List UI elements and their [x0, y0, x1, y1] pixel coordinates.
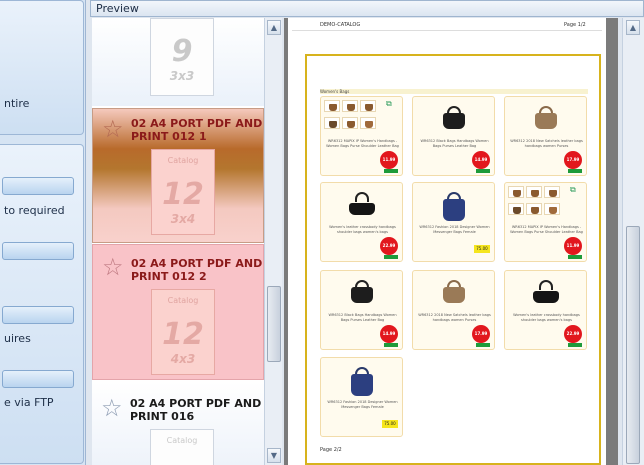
price-badge: 11.99 [380, 151, 398, 169]
left-action-button-1[interactable] [2, 177, 74, 195]
category-title: Women's Bags [320, 89, 588, 94]
page-footer-left: Page 2/2 [320, 447, 342, 453]
preview-header: Preview [90, 0, 644, 17]
left-text-ftp: e via FTP [4, 396, 54, 409]
thumb-number: 12 [162, 317, 204, 352]
thumb-caption: Catalog [167, 156, 199, 165]
stock-tag [476, 169, 490, 173]
scroll-up-arrow-icon[interactable]: ▲ [626, 20, 640, 35]
stock-tag [476, 343, 490, 347]
thumb-number: 9 [171, 34, 193, 69]
product-card: WR6312 Fashion 2018 Designer Women Messe… [320, 357, 403, 437]
thumb-grid: 4x3 [170, 352, 196, 366]
scroll-up-arrow-icon[interactable]: ▲ [267, 20, 281, 35]
product-card: WR6312 2018 New Satchels leather bags ha… [504, 96, 587, 176]
price-badge: 14.99 [472, 151, 490, 169]
product-card: Women's leather crossbody handbags shoul… [504, 270, 587, 350]
stock-tag [384, 255, 398, 259]
page-preview-area: DEMO-CATALOG Page 1/2 Women's Bags ⧉ WR6… [284, 18, 618, 465]
external-link-icon: ⧉ [570, 185, 576, 194]
left-text-requires: uires [4, 332, 31, 345]
product-card: ⧉ WR6312 MAPIX IP Women's Handbags - Wom… [320, 96, 403, 176]
page-preview: DEMO-CATALOG Page 1/2 Women's Bags ⧉ WR6… [288, 18, 606, 465]
product-card: Women's leather crossbody handbags shoul… [320, 182, 403, 262]
price-badge: 17.99 [564, 151, 582, 169]
scrollbar-thumb[interactable] [267, 286, 281, 362]
product-card: WR6312 2018 New Satchels leather bags ha… [412, 270, 495, 350]
product-description: WR6312 2018 New Satchels leather bags ha… [418, 313, 491, 322]
external-link-icon: ⧉ [386, 99, 392, 108]
template-title: 02 A4 PORT PDF AND PRINT 012 2 [131, 257, 263, 283]
thumb-grid: 3x3 [169, 69, 195, 83]
favorite-star-icon[interactable]: ☆ [102, 255, 124, 279]
template-title: 02 A4 PORT PDF AND PRINT 012 1 [131, 117, 263, 143]
price-badge: 14.99 [380, 325, 398, 343]
app-window: ntire to required uires e via FTP Previe… [0, 0, 644, 465]
price-badge: 22.99 [564, 325, 582, 343]
scrollbar-thumb[interactable] [626, 226, 640, 464]
preview-title: Preview [96, 2, 139, 15]
product-description: WR6312 MAPIX IP Women's Handbags - Women… [510, 225, 583, 234]
left-text-entire: ntire [4, 97, 30, 110]
left-side-panel: ntire to required uires e via FTP [0, 0, 86, 465]
stock-tag [568, 255, 582, 259]
price-badge: 17.99 [472, 325, 490, 343]
product-description: Women's leather crossbody handbags shoul… [329, 225, 396, 234]
favorite-star-icon[interactable]: ☆ [102, 117, 124, 141]
template-list[interactable]: 9 3x3 ☆ 02 A4 PORT PDF AND PRINT 012 1 C… [92, 18, 264, 465]
price-badge: 75.00 [474, 245, 490, 253]
price-badge: 11.99 [564, 237, 582, 255]
favorite-star-icon[interactable]: ☆ [101, 396, 123, 420]
template-list-scrollbar[interactable]: ▲ ▼ [264, 18, 282, 465]
product-card: WR6312 Black Bags Handbags Women Bags Pu… [412, 96, 495, 176]
product-description: WR6312 MAPIX IP Women's Handbags - Women… [326, 139, 399, 148]
product-description: WR6312 2018 New Satchels leather bags ha… [510, 139, 583, 148]
thumb-grid: 3x4 [170, 212, 196, 226]
template-item-selected[interactable]: ☆ 02 A4 PORT PDF AND PRINT 012 1 Catalog… [92, 108, 264, 243]
page-header-right: Page 1/2 [564, 22, 586, 28]
product-description: WR6312 Fashion 2018 Designer Women Messe… [419, 225, 490, 234]
thumb-number: 12 [162, 177, 204, 212]
page-header-left: DEMO-CATALOG [320, 22, 361, 28]
price-badge: 75.00 [382, 420, 398, 428]
stock-tag [384, 169, 398, 173]
left-text-required: to required [4, 204, 65, 217]
left-panel-section-2: to required uires e via FTP [0, 144, 84, 464]
template-thumbnail: 9 3x3 [150, 18, 214, 96]
template-item[interactable]: ☆ 02 A4 PORT PDF AND PRINT 016 Catalog [92, 382, 264, 465]
left-action-button-4[interactable] [2, 370, 74, 388]
template-thumbnail: Catalog 12 3x4 [151, 149, 215, 235]
product-card: WR6312 Fashion 2018 Designer Women Messe… [412, 182, 495, 262]
product-description: Women's leather crossbody handbags shoul… [513, 313, 580, 322]
template-item[interactable]: 9 3x3 [92, 18, 264, 106]
product-description: WR6312 Black Bags Handbags Women Bags Pu… [328, 313, 397, 322]
left-action-button-3[interactable] [2, 306, 74, 324]
stock-tag [568, 343, 582, 347]
template-thumbnail: Catalog 12 4x3 [151, 289, 215, 375]
scroll-down-arrow-icon[interactable]: ▼ [267, 448, 281, 463]
product-card: ⧉ WR6312 MAPIX IP Women's Handbags - Wom… [504, 182, 587, 262]
stock-tag [568, 169, 582, 173]
thumb-caption: Catalog [167, 296, 199, 305]
left-action-button-2[interactable] [2, 242, 74, 260]
product-card: WR6312 Black Bags Handbags Women Bags Pu… [320, 270, 403, 350]
template-item[interactable]: ☆ 02 A4 PORT PDF AND PRINT 012 2 Catalog… [92, 244, 264, 380]
template-title: 02 A4 PORT PDF AND PRINT 016 [130, 397, 262, 423]
product-description: WR6312 Fashion 2018 Designer Women Messe… [327, 400, 398, 409]
stock-tag [384, 343, 398, 347]
price-badge: 22.99 [380, 237, 398, 255]
thumb-caption: Catalog [166, 436, 198, 445]
template-thumbnail: Catalog [150, 429, 214, 465]
product-description: WR6312 Black Bags Handbags Women Bags Pu… [420, 139, 489, 148]
preview-scrollbar[interactable]: ▲ [622, 18, 644, 465]
left-panel-section-1: ntire [0, 0, 84, 135]
